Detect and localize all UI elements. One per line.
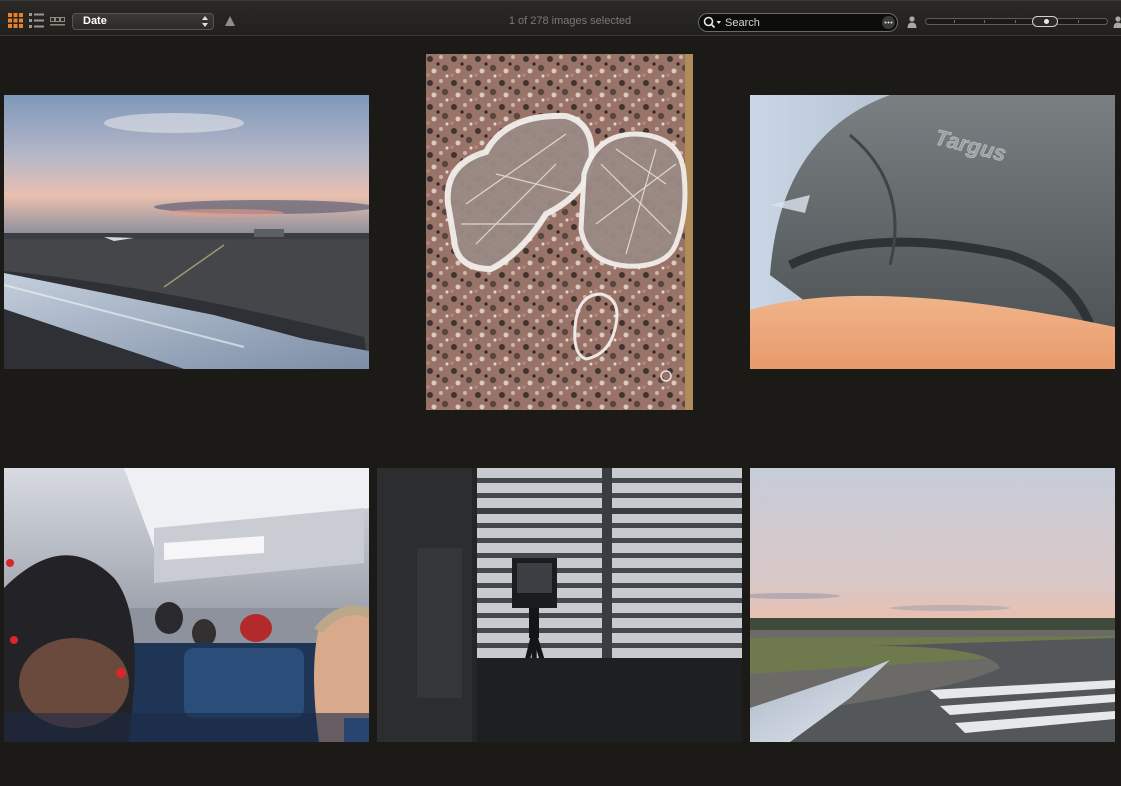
grid-view-icon[interactable] xyxy=(8,13,23,28)
selection-status: 1 of 278 images selected xyxy=(508,15,632,27)
thumbnail-size-slider[interactable] xyxy=(925,16,1108,27)
photo-sunset-airport-wing[interactable] xyxy=(4,95,369,369)
slider-knob[interactable] xyxy=(1032,16,1058,27)
search-field[interactable] xyxy=(698,13,898,32)
toolbar: Date 1 of 278 images selected xyxy=(0,0,1121,36)
photo-airplane-cabin[interactable] xyxy=(4,468,369,742)
search-input[interactable] xyxy=(725,14,875,31)
sort-select[interactable]: Date xyxy=(72,13,214,30)
person-small-icon[interactable] xyxy=(907,16,917,28)
photo-camera-by-window[interactable] xyxy=(377,468,742,742)
more-options-icon[interactable] xyxy=(882,16,895,29)
list-view-icon[interactable] xyxy=(29,13,44,28)
photo-granite-frost-pattern[interactable] xyxy=(426,54,693,410)
person-large-icon[interactable] xyxy=(1113,16,1121,28)
search-icon[interactable] xyxy=(703,16,723,29)
photo-backpack-closeup[interactable]: Targus xyxy=(750,95,1115,369)
sort-ascending-icon[interactable] xyxy=(224,15,236,27)
filmstrip-view-icon[interactable] xyxy=(50,13,65,28)
updown-arrows-icon xyxy=(202,16,208,27)
photo-runway-wing-dusk[interactable] xyxy=(750,468,1115,742)
sort-select-value: Date xyxy=(83,15,107,27)
